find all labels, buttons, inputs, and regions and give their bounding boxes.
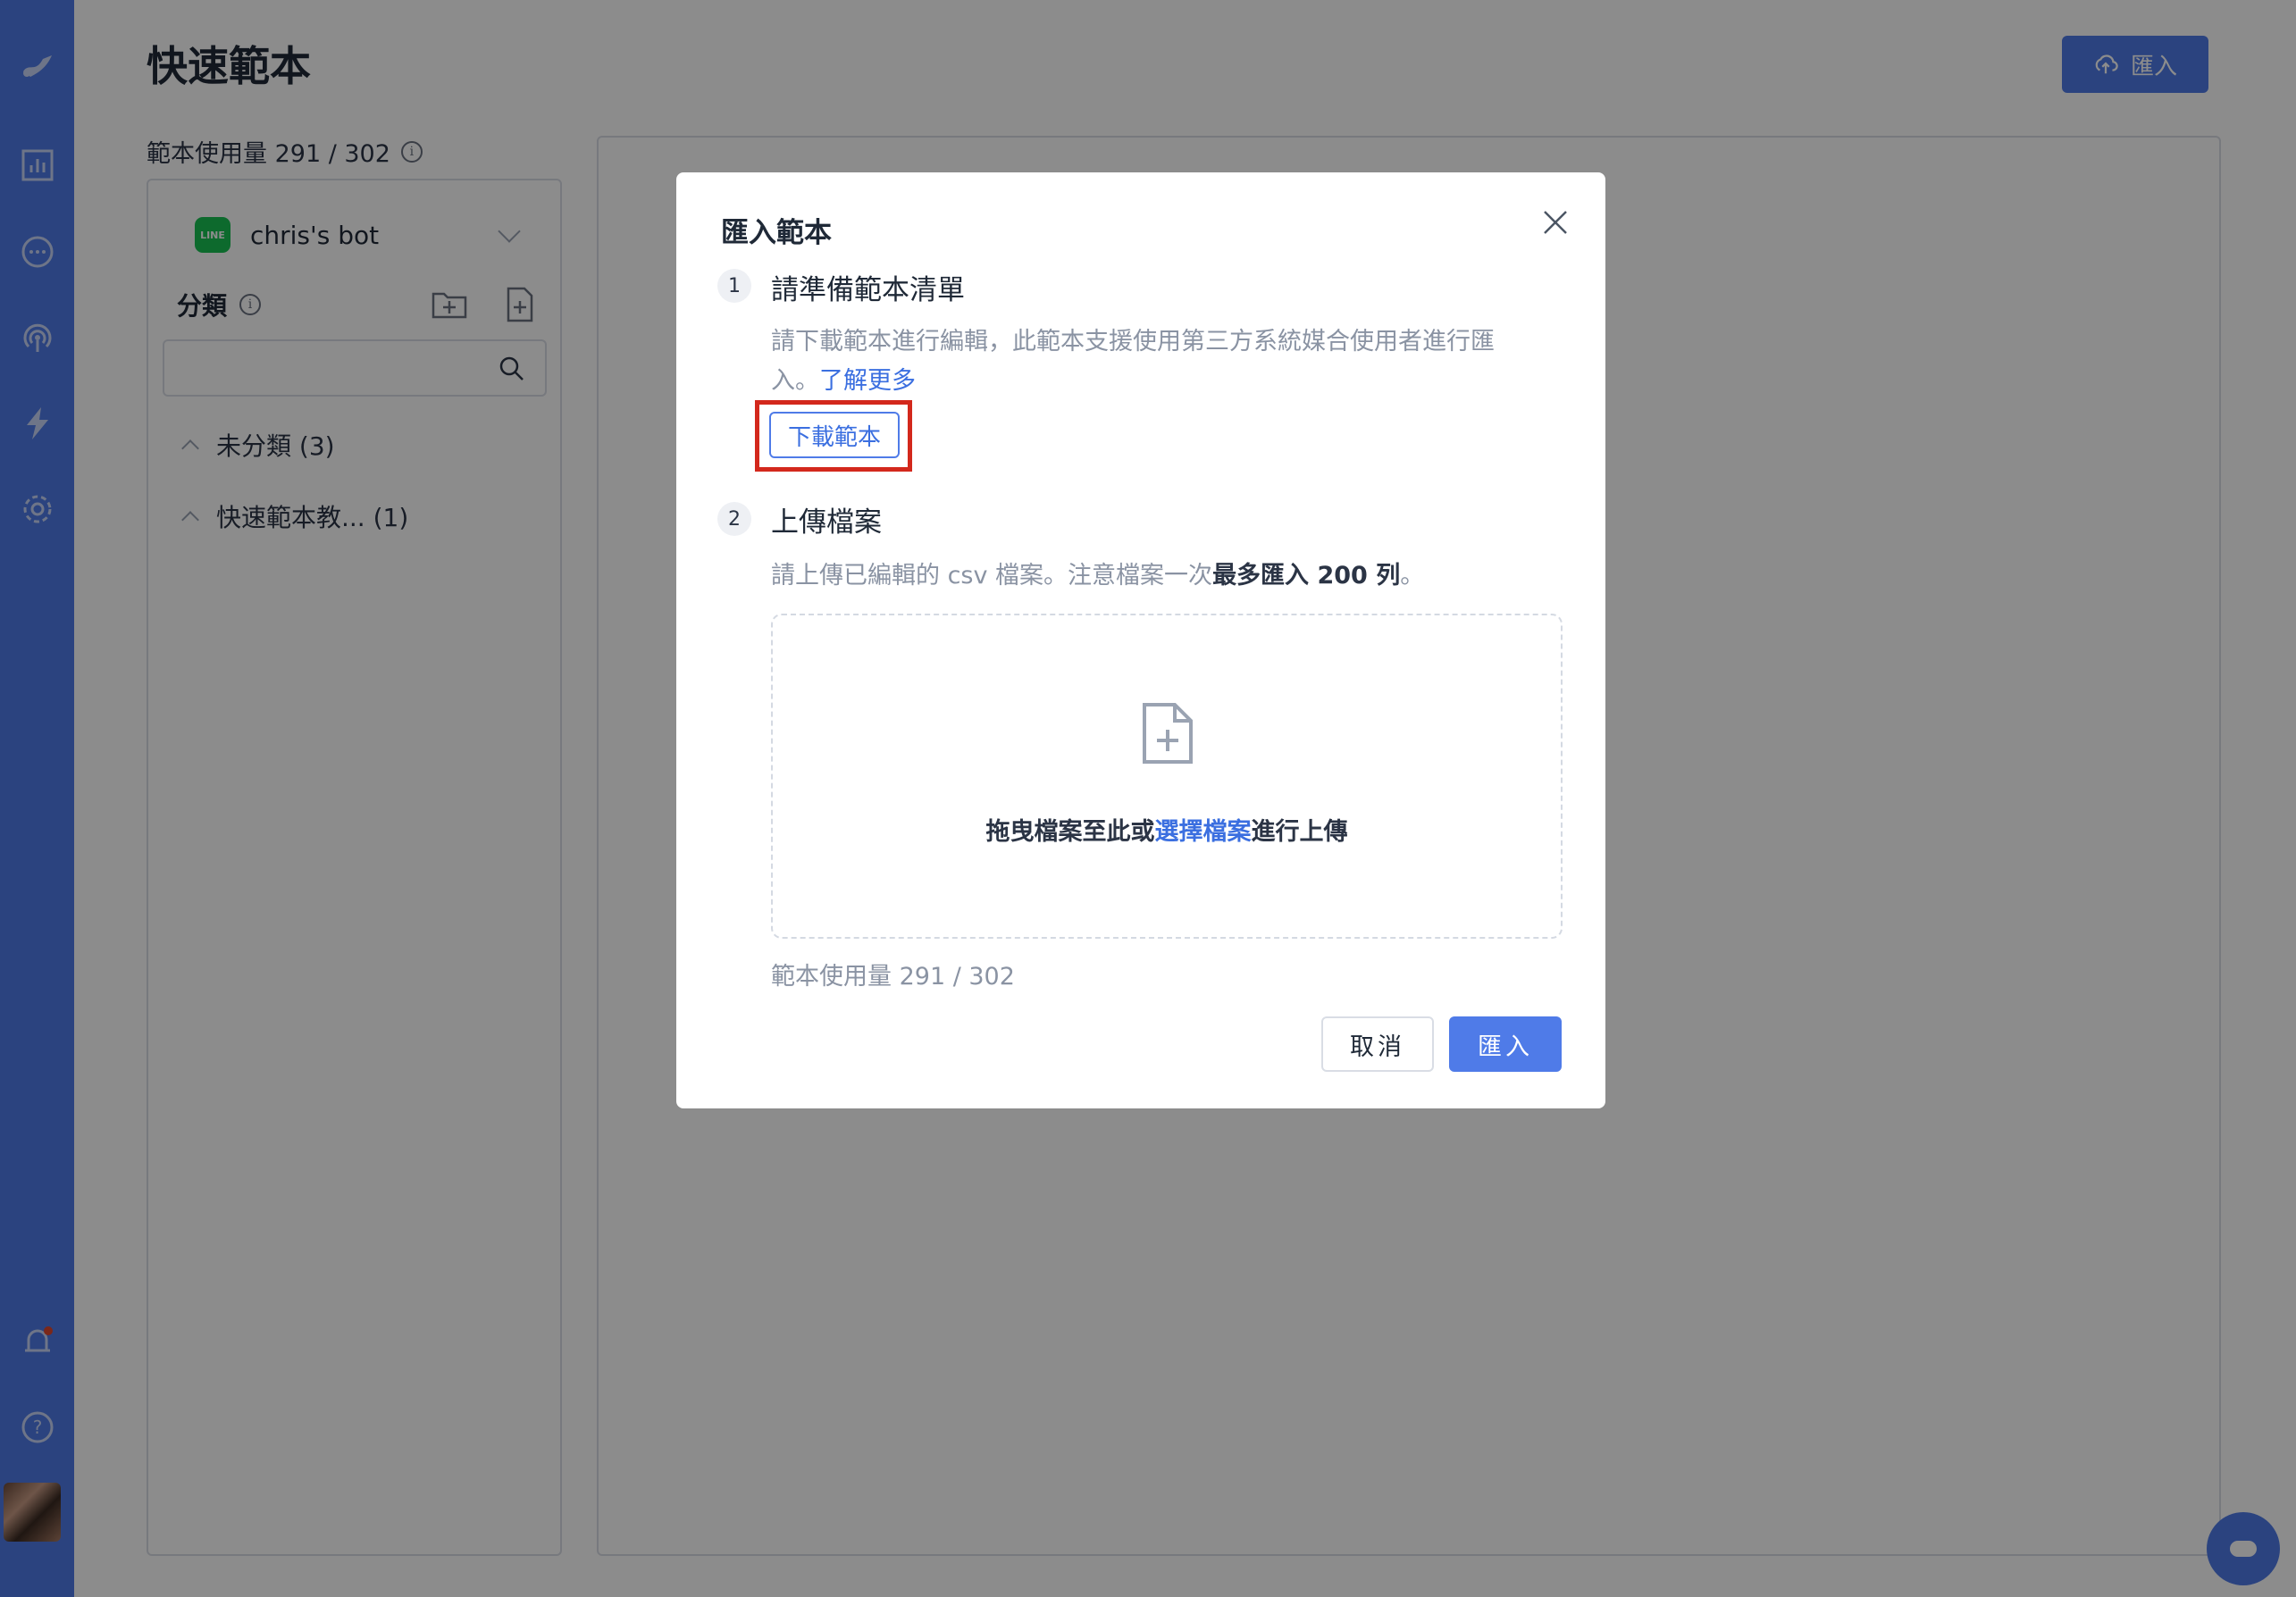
cancel-button[interactable]: 取消 [1321,1016,1434,1072]
file-dropzone[interactable]: 拖曳檔案至此或選擇檔案進行上傳 [771,614,1563,939]
close-icon[interactable] [1538,205,1573,240]
modal-usage-text: 範本使用量 291 / 302 [771,963,1015,991]
confirm-import-button[interactable]: 匯入 [1449,1016,1562,1072]
import-template-modal: 匯入範本 1 請準備範本清單 請下載範本進行編輯，此範本支援使用第三方系統媒合使… [676,172,1605,1108]
step-number: 2 [717,502,751,536]
step-title: 請準備範本清單 [771,274,965,306]
modal-title: 匯入範本 [721,217,832,249]
learn-more-link[interactable]: 了解更多 [819,367,916,395]
step-title: 上傳檔案 [771,506,882,539]
download-template-button[interactable]: 下載範本 [769,412,900,458]
dropzone-text: 拖曳檔案至此或選擇檔案進行上傳 [985,818,1348,846]
step-number: 1 [717,269,751,303]
add-file-icon [1143,703,1193,764]
choose-file-link[interactable]: 選擇檔案 [1155,818,1252,846]
step-description: 請上傳已編輯的 csv 檔案。注意檔案一次最多匯入 200 列。 [771,562,1425,589]
step-description: 請下載範本進行編輯，此範本支援使用第三方系統媒合使用者進行匯 入。了解更多 [771,328,1495,395]
